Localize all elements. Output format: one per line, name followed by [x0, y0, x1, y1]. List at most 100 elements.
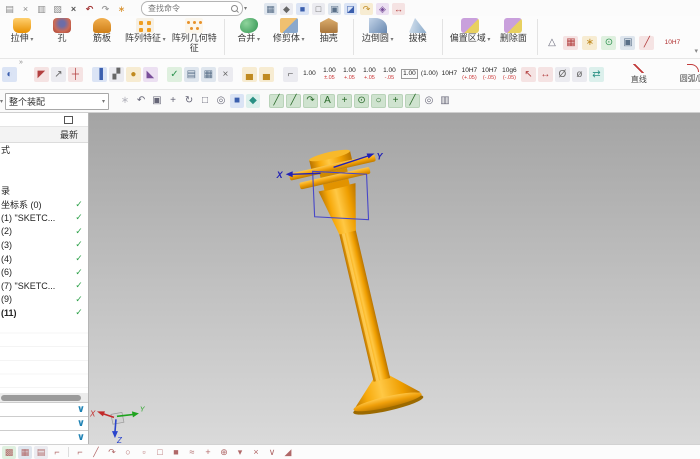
录[interactable]: 录 — [0, 184, 88, 198]
ribbon-button[interactable]: 拉伸 — [2, 16, 42, 44]
diameter-icon[interactable]: Ø — [555, 67, 570, 82]
sync-offset-icon[interactable]: ◈ — [376, 3, 389, 15]
(9)[interactable]: (9) ✓ — [0, 293, 88, 307]
paste-icon[interactable]: ▧ — [51, 3, 64, 15]
tolerance-style[interactable]: 1.00 — [400, 67, 419, 81]
sync-move-icon[interactable]: ↷ — [360, 3, 373, 15]
boss-icon[interactable]: ◆ — [280, 3, 293, 15]
pan-icon[interactable]: + — [166, 94, 180, 108]
ribbon-button[interactable]: 阵列几何特 征 — [169, 16, 220, 54]
point-icon[interactable]: + — [201, 446, 215, 459]
scrollbar-thumb[interactable] — [1, 395, 81, 401]
ribbon-button[interactable]: 抽壳 — [309, 16, 349, 44]
customize-icon[interactable]: ∗ — [115, 3, 128, 15]
dim-table-icon[interactable]: ▦ — [563, 36, 578, 50]
washer-icon[interactable]: ● — [126, 67, 141, 82]
(7) "SKETC...[interactable]: (7) "SKETC... ✓ — [0, 279, 88, 293]
gears-icon[interactable]: ⊙ — [601, 36, 616, 50]
delete-icon[interactable]: × — [67, 3, 80, 15]
trim-icon[interactable]: × — [249, 446, 263, 459]
measure-icon[interactable]: ↔ — [392, 3, 405, 15]
brush-icon[interactable]: ◣ — [143, 67, 158, 82]
studio-mini-icon[interactable]: ◎ — [422, 94, 436, 108]
tolerance-style[interactable]: 10H7(+.05) — [460, 67, 479, 81]
save-icon[interactable]: ▤ — [3, 3, 16, 15]
arc-icon[interactable]: ↷ — [105, 446, 119, 459]
select-rect-icon[interactable]: □ — [198, 94, 212, 108]
plane-icon[interactable]: □ — [312, 3, 325, 15]
tolerance-style[interactable]: 10H7 — [440, 67, 459, 81]
extend-icon[interactable]: ∨ — [265, 446, 279, 459]
deselect-icon[interactable]: × — [218, 67, 233, 82]
rect2-icon[interactable]: □ — [153, 446, 167, 459]
no-diameter-icon[interactable]: ø — [572, 67, 587, 82]
line-tool[interactable]: 直线 — [613, 64, 665, 85]
rapid-dim-icon[interactable]: ↖ — [521, 67, 536, 82]
spline-mini-icon[interactable]: A — [320, 94, 335, 108]
coin-stack-icon[interactable]: ▄ — [242, 67, 257, 82]
circle-icon[interactable]: ○ — [121, 446, 135, 459]
tolerance-style[interactable]: 10g6(-.05) — [500, 67, 519, 81]
(11)[interactable]: (11) ✓ — [0, 306, 88, 320]
datum-plane-icon[interactable]: ◤ — [34, 67, 49, 82]
line2-mini-icon[interactable]: ╱ — [405, 94, 420, 108]
arc-mini-icon[interactable]: ↷ — [303, 94, 318, 108]
rect-icon[interactable]: ▫ — [137, 446, 151, 459]
tolerance-style[interactable]: 10H7(-.05) — [480, 67, 499, 81]
fit-view-icon[interactable]: ▣ — [150, 94, 164, 108]
copy-mini-icon[interactable]: ▥ — [438, 94, 452, 108]
tolerance-style[interactable]: 1.00-.05 — [380, 67, 399, 81]
flange-icon[interactable]: ⌐ — [283, 67, 298, 82]
cut-icon[interactable]: × — [19, 3, 32, 15]
polygon-icon[interactable]: ■ — [169, 446, 183, 459]
copy-icon[interactable]: ▥ — [35, 3, 48, 15]
ribbon-button[interactable]: 删除面 — [493, 16, 533, 44]
fillet-icon[interactable]: ◢ — [281, 446, 295, 459]
block-icon[interactable]: ■ — [296, 3, 309, 15]
join-icon[interactable]: ▣ — [328, 3, 341, 15]
point-mini-icon[interactable]: + — [337, 94, 352, 108]
search-icon[interactable] — [231, 5, 238, 12]
preview-section[interactable]: ∨ — [0, 430, 88, 444]
式[interactable]: 式 — [0, 143, 88, 157]
circle-mini-icon[interactable]: ○ — [371, 94, 386, 108]
(3)[interactable]: (3) ✓ — [0, 238, 88, 252]
dropdown-icon[interactable]: ▾ — [233, 446, 247, 459]
cylinder-icon[interactable]: ▐ — [92, 67, 107, 82]
(4)[interactable]: (4) ✓ — [0, 252, 88, 266]
navigator-column-header[interactable]: 最新 — [0, 127, 88, 143]
ribbon-button[interactable]: 孔 — [42, 16, 82, 44]
trim-mini-icon[interactable]: ◪ — [344, 3, 357, 15]
datum-axis-icon[interactable]: ↗ — [51, 67, 66, 82]
tree-row[interactable] — [0, 170, 88, 184]
graphics-viewport[interactable]: Y X X Y — [89, 113, 700, 444]
tolerance-style[interactable]: 1.00±.05 — [320, 67, 339, 81]
image-icon[interactable]: ▣ — [620, 36, 635, 50]
filter-caret[interactable]: ▾ — [0, 98, 3, 105]
shaded-style-icon[interactable]: ◎ — [214, 94, 228, 108]
ribbon-button[interactable]: 拔模 — [398, 16, 438, 44]
group-overflow[interactable]: » — [19, 59, 23, 66]
(2)[interactable]: (2) ✓ — [0, 225, 88, 239]
ribbon-button[interactable]: 修剪体 — [269, 16, 309, 44]
undo-icon[interactable]: ↶ — [83, 3, 96, 15]
orient-view-icon[interactable]: ↶ — [134, 94, 148, 108]
(6)[interactable]: (6) ✓ — [0, 265, 88, 279]
table-grid-icon[interactable]: ▦ — [201, 67, 216, 82]
spline-icon[interactable]: ≈ — [185, 446, 199, 459]
render-style-icon[interactable]: ■ — [230, 94, 244, 108]
selection-scope-combo[interactable]: 整个装配 ▾ — [5, 93, 109, 110]
dependencies-section[interactable]: ∨ — [0, 402, 88, 416]
line-icon[interactable]: ╱ — [89, 446, 103, 459]
dim-style-icon[interactable]: 10H7 — [662, 28, 682, 58]
ribbon-button[interactable]: 筋板 — [82, 16, 122, 44]
clipboard-icon[interactable]: ▤ — [184, 67, 199, 82]
circle-center-icon[interactable]: ⊙ — [354, 94, 369, 108]
sketch-icon[interactable]: ◐ — [2, 67, 17, 82]
horizontal-scrollbar[interactable] — [0, 393, 88, 402]
details-section[interactable]: ∨ — [0, 416, 88, 430]
(1) "SKETC...[interactable]: (1) "SKETC... ✓ — [0, 211, 88, 225]
check-icon[interactable]: ✓ — [167, 67, 182, 82]
arc-circle-tool[interactable]: 圆弧/圆 — [667, 64, 700, 84]
rotate-view-icon[interactable]: ↻ — [182, 94, 196, 108]
